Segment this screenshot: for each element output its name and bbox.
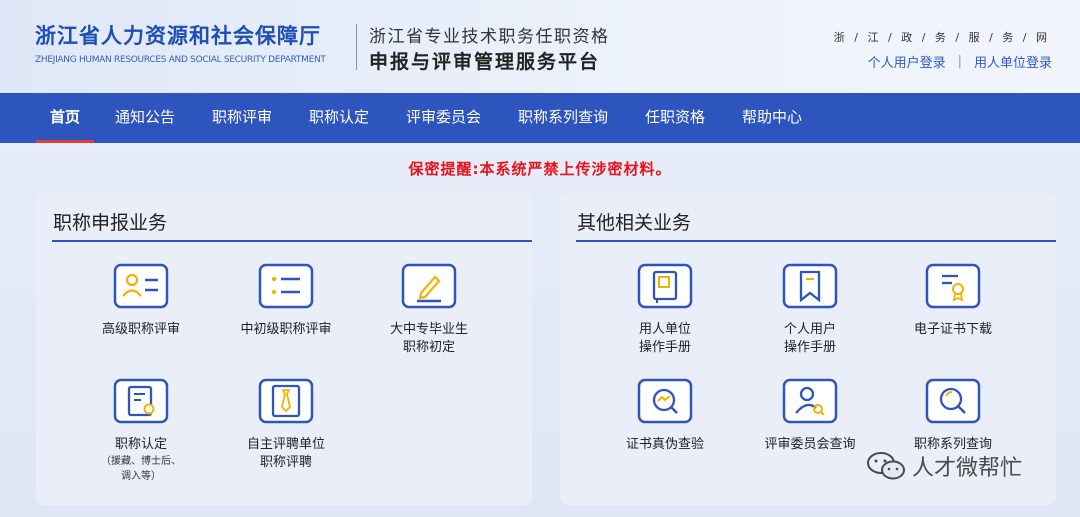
tile-sub-label: （援藏、博士后、 [101,456,181,467]
site-header: 浙江省人力资源和社会保障厅 ZHEJIANG HUMAN RESOURCES A… [0,0,1080,93]
nav-review-committee[interactable]: 评审委员会 [406,93,481,143]
confidentiality-warning: 保密提醒:本系统严禁上传涉密材料。 [408,160,672,178]
tile-label: 评审委员会查询 [764,437,856,452]
org-name-en: ZHEJIANG HUMAN RESOURCES AND SOCIAL SECU… [35,55,326,65]
portal-link[interactable]: 浙 / 江 / 政 / 务 / 服 / 务 / 网 [834,29,1050,45]
tile-sub-label-2: 调入等） [121,471,161,482]
tile-graduate-initial-title[interactable]: 大中专毕业生 职称初定 [354,263,504,357]
platform-title-line2: 申报与评审管理服务平台 [369,51,601,73]
personal-login-link[interactable]: 个人用户登录 [868,52,946,71]
nav-help-center[interactable]: 帮助中心 [742,93,802,143]
wechat-icon [867,452,905,480]
tile-label: 个人用户 [783,322,836,337]
tile-title-recognition[interactable]: 职称认定 （援藏、博士后、 调入等） [66,378,216,484]
tile-label: 高级职称评审 [101,322,180,337]
header-divider [356,24,357,70]
nav-title-recognition[interactable]: 职称认定 [309,93,369,143]
panel-divider [52,240,532,242]
org-name-cn: 浙江省人力资源和社会保障厅 [35,24,321,48]
pen-icon [401,263,457,309]
tile-label: 自主评聘单位 [246,437,325,452]
panel-title: 职称申报业务 [53,212,168,234]
nav-title-series-query[interactable]: 职称系列查询 [518,93,608,143]
id-card-icon [113,263,169,309]
tile-label-line2: 操作手册 [783,340,836,355]
panel-divider [576,240,1056,242]
tile-committee-query[interactable]: 评审委员会查询 [735,378,885,454]
tile-series-query[interactable]: 职称系列查询 [878,378,1028,454]
watermark: 人才微帮忙 [866,450,1022,482]
tile-label: 电子证书下载 [913,322,992,337]
nav-qualification[interactable]: 任职资格 [645,93,705,143]
tile-e-certificate-download[interactable]: 电子证书下载 [878,263,1028,339]
main-nav: 首页 通知公告 职称评审 职称认定 评审委员会 职称系列查询 任职资格 帮助中心 [0,93,1080,143]
nav-notices[interactable]: 通知公告 [115,93,175,143]
tile-label: 证书真伪查验 [625,437,704,452]
login-separator: | [957,54,962,69]
watermark-text: 人才微帮忙 [912,456,1023,481]
panel-title: 其他相关业务 [577,212,692,234]
tile-label-line2: 操作手册 [638,340,691,355]
tile-label: 职称认定 [114,437,167,452]
list-icon [258,263,314,309]
tile-label-line2: 职称初定 [402,340,455,355]
tile-label: 中初级职称评审 [240,322,332,337]
nav-home[interactable]: 首页 [35,93,95,143]
tile-label: 大中专毕业生 [389,322,468,337]
user-search-icon [782,378,838,424]
bookmark-icon [782,263,838,309]
tile-senior-title-review[interactable]: 高级职称评审 [66,263,216,339]
login-links: 个人用户登录 | 用人单位登录 [868,52,1052,71]
tile-label: 用人单位 [638,322,691,337]
search-icon [925,378,981,424]
certificate-doc-icon [113,378,169,424]
unit-login-link[interactable]: 用人单位登录 [974,52,1052,71]
nav-title-review[interactable]: 职称评审 [212,93,272,143]
certificate-award-icon [925,263,981,309]
tile-personal-manual[interactable]: 个人用户 操作手册 [735,263,885,357]
verify-icon [637,378,693,424]
tile-self-appointing-unit[interactable]: 自主评聘单位 职称评聘 [211,378,361,472]
tile-mid-junior-review[interactable]: 中初级职称评审 [211,263,361,339]
tile-label-line2: 职称评聘 [259,455,312,470]
tile-certificate-verify[interactable]: 证书真伪查验 [590,378,740,454]
book-icon [637,263,693,309]
title-application-panel: 职称申报业务 高级职称评审 中初级职称评审 大中专毕业生 职称初定 职称认定 （… [36,193,532,505]
platform-title-line1: 浙江省专业技术职务任职资格 [369,27,610,47]
tie-icon [258,378,314,424]
tile-unit-manual[interactable]: 用人单位 操作手册 [590,263,740,357]
